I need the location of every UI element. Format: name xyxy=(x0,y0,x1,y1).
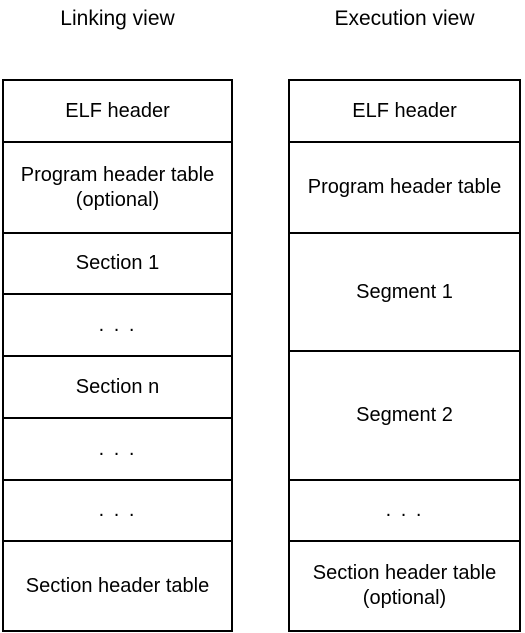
cell-label: Section 1 xyxy=(75,252,160,274)
cell-label: Section header table xyxy=(25,574,210,597)
cell-segment-3: Segment 2 xyxy=(290,352,519,481)
cell-ellipsis-4: . . . xyxy=(290,481,519,542)
cell-ellipsis-6: . . . xyxy=(4,481,231,542)
cell-ellipsis-5: . . . xyxy=(4,419,231,481)
cell-label: . . . xyxy=(98,437,137,460)
cell-header-0: ELF header xyxy=(4,81,231,143)
cell-label: Segment 1 xyxy=(356,280,453,303)
cell-table-1: Program header table xyxy=(290,143,519,234)
cell-table-1: Program header table (optional) xyxy=(4,143,231,234)
cell-label: . . . xyxy=(98,499,137,521)
cell-label: ELF header xyxy=(65,99,170,122)
cell-label: . . . xyxy=(385,499,424,521)
cell-segment-2: Segment 1 xyxy=(290,234,519,352)
cell-table-7: Section header table xyxy=(4,542,231,632)
elf-file-structure-diagram: Linking view ELF header Program header ta… xyxy=(0,0,525,633)
cell-label: Program header table xyxy=(307,176,502,198)
cell-label: Section header table (optional) xyxy=(312,562,497,609)
cell-label: . . . xyxy=(98,313,137,336)
cell-label: ELF header xyxy=(352,99,457,122)
cell-section-4: Section n xyxy=(4,357,231,419)
cell-section-2: Section 1 xyxy=(4,234,231,295)
cell-header-0: ELF header xyxy=(290,81,519,143)
cell-label: Segment 2 xyxy=(356,404,453,426)
linking-view-title: Linking view xyxy=(60,7,175,30)
execution-view-title: Execution view xyxy=(334,7,475,30)
cell-table-5: Section header table (optional) xyxy=(290,542,519,632)
cell-label: Section n xyxy=(75,375,160,398)
linking-view-stack: ELF header Program header table (optional… xyxy=(2,79,233,632)
cell-label: Program header table (optional) xyxy=(20,163,215,211)
cell-ellipsis-3: . . . xyxy=(4,295,231,357)
execution-view-stack: ELF header Program header table Segment 1 S… xyxy=(288,79,521,632)
